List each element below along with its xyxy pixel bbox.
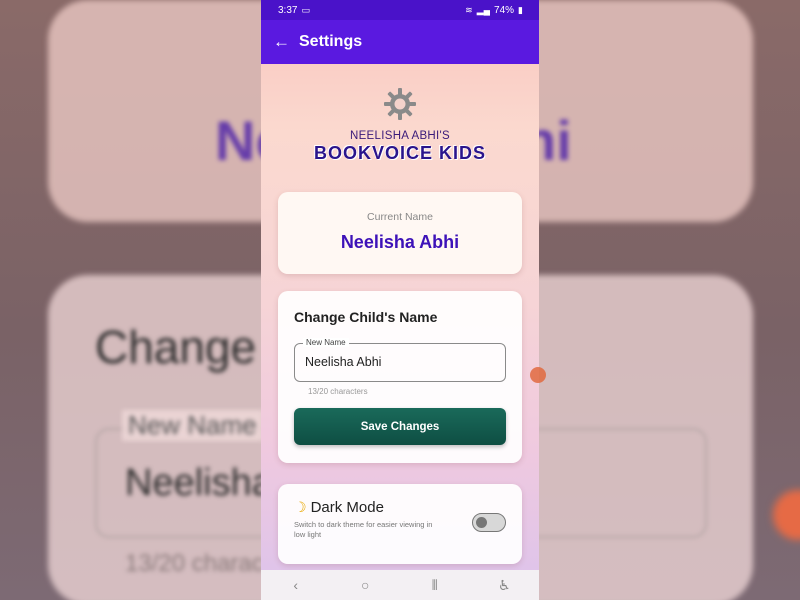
dark-mode-title: Dark Mode — [310, 499, 384, 516]
system-nav-bar: ‹ ○ ⦀ ♿ — [261, 570, 539, 600]
bg-floating-dot — [773, 490, 800, 540]
gear-icon — [384, 88, 416, 120]
bg-name-value: Neelisha — [125, 462, 273, 504]
dark-mode-toggle[interactable] — [472, 513, 506, 532]
brand-title: BOOKVOICE KIDS — [313, 143, 487, 163]
page-title: Settings — [299, 33, 363, 50]
dark-mode-card: ☽ Dark Mode Switch to dark theme for eas… — [278, 484, 522, 564]
battery-icon: ▮ — [518, 4, 523, 15]
moon-icon: ☽ — [294, 499, 307, 515]
new-name-input[interactable]: New Name Neelisha Abhi — [294, 338, 506, 382]
new-name-label: New Name — [303, 338, 349, 347]
dark-mode-description: Switch to dark theme for easier viewing … — [294, 520, 433, 540]
brand-subtitle: NEELISHA ABHI'S — [349, 130, 450, 142]
brand-header: NEELISHA ABHI'S BOOKVOICE KIDS — [261, 64, 539, 164]
accessibility-icon[interactable]: ♿ — [484, 577, 524, 594]
bg-counter: 13/20 charac — [125, 550, 264, 577]
current-name-card: Current Name Neelisha Abhi — [278, 192, 522, 274]
toggle-knob — [476, 516, 487, 528]
change-name-card: Change Child's Name New Name Neelisha Ab… — [278, 291, 522, 463]
bg-new-name-label: New Name — [122, 410, 263, 441]
nav-back-icon[interactable]: ‹ — [276, 577, 316, 593]
status-time: 3:37 — [278, 4, 298, 16]
floating-bubble[interactable] — [530, 367, 546, 383]
status-bar: 3:37 ▭ ≋ ▂▄ 74% ▮ — [261, 0, 539, 20]
bg-change-text: Change — [95, 321, 257, 373]
wifi-icon: ≋ — [465, 4, 473, 15]
app-bar: ← Settings — [261, 20, 539, 64]
nav-home-icon[interactable]: ○ — [345, 577, 385, 593]
battery-percent: 74% — [494, 4, 515, 16]
camera-icon: ▭ — [301, 4, 310, 15]
character-counter: 13/20 characters — [308, 387, 368, 396]
back-arrow-icon[interactable]: ← — [273, 32, 299, 52]
signal-icon: ▂▄ — [476, 4, 491, 15]
current-name-label: Current Name — [367, 211, 433, 223]
new-name-value: Neelisha Abhi — [305, 355, 382, 369]
phone-screen: 3:37 ▭ ≋ ▂▄ 74% ▮ ← Settings NEELISHA AB… — [261, 0, 539, 600]
change-name-title: Change Child's Name — [294, 309, 438, 325]
save-changes-button[interactable]: Save Changes — [294, 408, 506, 445]
nav-recents-icon[interactable]: ⦀ — [415, 577, 455, 594]
current-name-value: Neelisha Abhi — [340, 232, 460, 252]
